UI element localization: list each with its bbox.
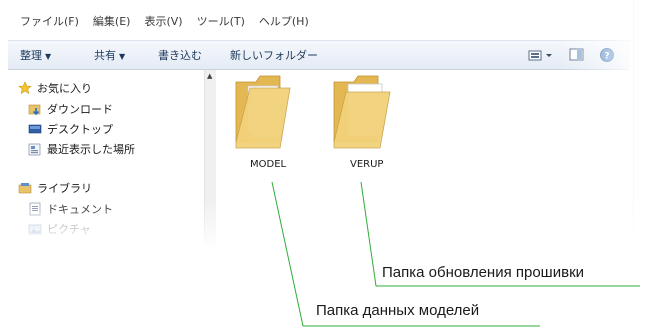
callout-text-verup: Папка обновления прошивки bbox=[382, 264, 585, 281]
callout-line-model bbox=[271, 181, 304, 327]
callout-line-verup bbox=[360, 181, 377, 287]
callout-text-model: Папка данных моделей bbox=[316, 302, 480, 319]
annotated-screenshot: ファイル(F) 編集(E) 表示(V) ツール(T) ヘルプ(H) 整理 ▼ 共有… bbox=[0, 0, 649, 328]
